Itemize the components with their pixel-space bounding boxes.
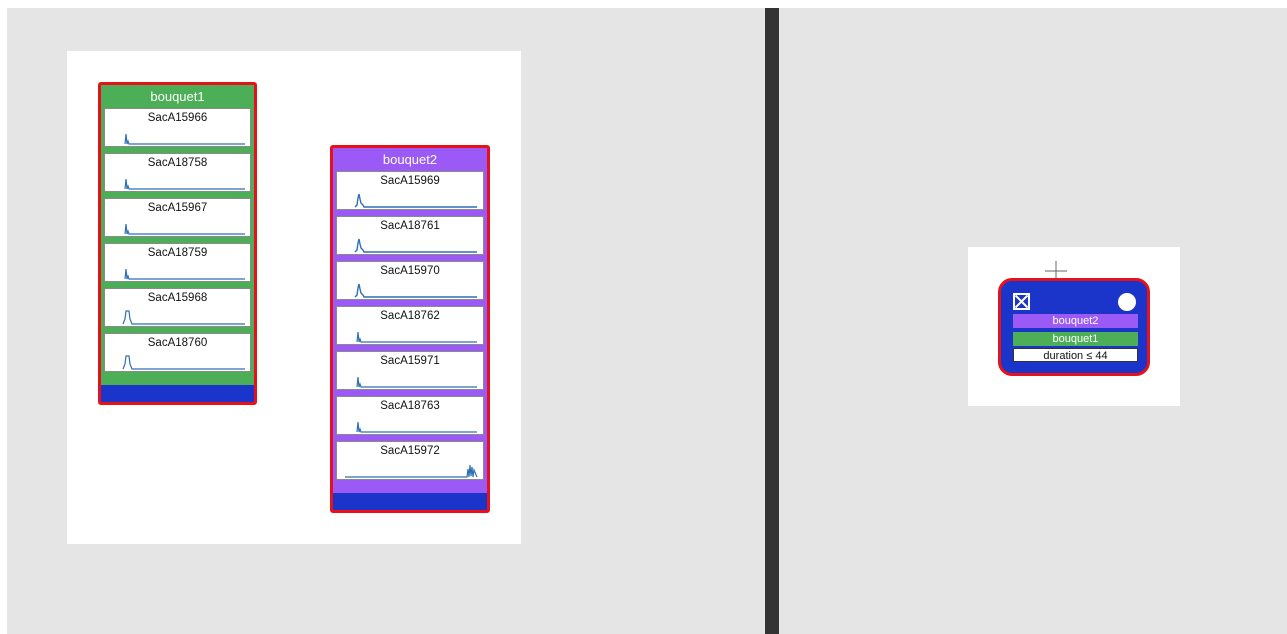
sample-item[interactable]: SacA18758 [104, 153, 251, 192]
sample-item[interactable]: SacA18759 [104, 243, 251, 282]
bouquet-card-bouquet2[interactable]: bouquet2 SacA15969 SacA18761 SacA15970 SacA… [330, 145, 490, 513]
sample-name: SacA18758 [147, 157, 208, 169]
sample-item[interactable]: SacA15966 [104, 108, 251, 147]
close-box-icon[interactable] [1013, 293, 1030, 310]
pane-splitter[interactable] [764, 8, 780, 634]
sample-name: SacA15970 [380, 265, 440, 277]
sample-item[interactable]: SacA15968 [104, 288, 251, 327]
sample-name: SacA15971 [380, 355, 440, 367]
sample-name: SacA18760 [147, 337, 208, 349]
node-row-bouquet1[interactable]: bouquet1 [1013, 332, 1138, 346]
sample-name: SacA15972 [380, 445, 440, 457]
sample-name: SacA18761 [380, 220, 440, 232]
node-row-bouquet2[interactable]: bouquet2 [1013, 314, 1138, 328]
bouquet-title[interactable]: bouquet2 [336, 148, 484, 171]
sample-item[interactable]: SacA15972 [336, 441, 484, 480]
bouquet-footer [333, 493, 487, 510]
sample-name: SacA18759 [147, 247, 208, 259]
sample-name: SacA18762 [380, 310, 440, 322]
sample-item[interactable]: SacA15969 [336, 171, 484, 210]
node-row-duration-constraint[interactable]: duration ≤ 44 [1013, 348, 1138, 362]
sample-list: SacA15969 SacA18761 SacA15970 SacA18762 SacA… [336, 171, 484, 486]
sample-name: SacA15967 [147, 202, 208, 214]
sample-item[interactable]: SacA15967 [104, 198, 251, 237]
bouquet-footer [101, 385, 254, 402]
sample-name: SacA18763 [380, 400, 440, 412]
sample-name: SacA15969 [380, 175, 440, 187]
query-node[interactable]: bouquet2 bouquet1 duration ≤ 44 [998, 278, 1150, 376]
sample-list: SacA15966 SacA18758 SacA15967 SacA18759 SacA… [104, 108, 251, 378]
bouquet-title[interactable]: bouquet1 [104, 85, 251, 108]
node-toggle-circle-icon[interactable] [1118, 293, 1136, 311]
sample-item[interactable]: SacA15971 [336, 351, 484, 390]
sample-item[interactable]: SacA18762 [336, 306, 484, 345]
sample-item[interactable]: SacA18763 [336, 396, 484, 435]
sample-name: SacA15968 [147, 292, 208, 304]
sample-item[interactable]: SacA18761 [336, 216, 484, 255]
sample-item[interactable]: SacA15970 [336, 261, 484, 300]
splitter-bar[interactable] [765, 8, 779, 634]
sample-name: SacA15966 [147, 112, 208, 124]
bouquet-card-bouquet1[interactable]: bouquet1 SacA15966 SacA18758 SacA15967 SacA… [98, 82, 257, 405]
sample-item[interactable]: SacA18760 [104, 333, 251, 372]
